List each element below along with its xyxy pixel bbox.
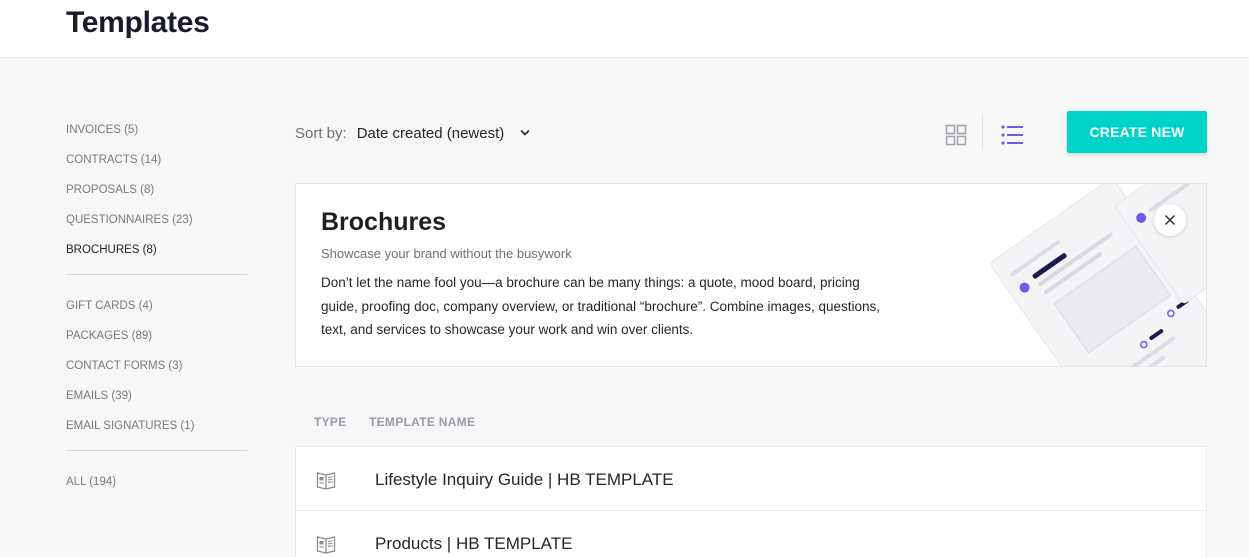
table-row[interactable]: Lifestyle Inquiry Guide | HB TEMPLATE: [295, 446, 1207, 510]
sidebar-item-questionnaires[interactable]: QUESTIONNAIRES (23): [66, 210, 247, 240]
template-name[interactable]: Lifestyle Inquiry Guide | HB TEMPLATE: [375, 470, 674, 490]
sidebar-divider: [66, 450, 247, 451]
sidebar-item-all[interactable]: ALL (194): [66, 472, 247, 502]
banner-description: Don’t let the name fool you—a brochure c…: [321, 275, 881, 337]
sidebar-item-contact-forms[interactable]: CONTACT FORMS (3): [66, 356, 247, 386]
sort-dropdown[interactable]: Sort by: Date created (newest): [295, 122, 530, 144]
sidebar-item-contracts[interactable]: CONTRACTS (14): [66, 150, 247, 180]
table-row[interactable]: Products | HB TEMPLATE: [295, 510, 1207, 557]
sidebar-divider: [66, 274, 247, 275]
sidebar-item-packages[interactable]: PACKAGES (89): [66, 326, 247, 356]
list-view-icon[interactable]: [1000, 124, 1024, 146]
banner-subtitle: Showcase your brand without the busywork: [321, 246, 572, 261]
sort-label: Sort by:: [295, 124, 347, 142]
column-header-template-name[interactable]: TEMPLATE NAME: [369, 415, 475, 429]
create-new-button[interactable]: CREATE NEW: [1067, 111, 1207, 153]
page-title: Templates: [66, 6, 210, 39]
brochures-info-banner: Brochures Showcase your brand without th…: [295, 183, 1207, 367]
template-name[interactable]: Products | HB TEMPLATE: [375, 534, 572, 554]
column-header-type[interactable]: TYPE: [314, 415, 347, 429]
chevron-down-icon[interactable]: [520, 128, 530, 138]
banner-title: Brochures: [321, 208, 447, 236]
template-list: Lifestyle Inquiry Guide | HB TEMPLATE Pr…: [295, 446, 1207, 557]
close-icon: [1164, 214, 1176, 226]
sort-value[interactable]: Date created (newest): [357, 125, 505, 142]
sidebar-item-invoices[interactable]: INVOICES (5): [66, 120, 247, 150]
close-banner-button[interactable]: [1154, 204, 1186, 236]
page-header: Templates: [0, 0, 1249, 58]
sidebar-item-emails[interactable]: EMAILS (39): [66, 386, 247, 416]
sidebar-item-gift-cards[interactable]: GIFT CARDS (4): [66, 296, 247, 326]
grid-view-icon[interactable]: [945, 124, 967, 146]
category-sidebar: INVOICES (5) CONTRACTS (14) PROPOSALS (8…: [66, 120, 247, 502]
sidebar-item-email-signatures[interactable]: EMAIL SIGNATURES (1): [66, 416, 247, 446]
brochure-icon: [316, 536, 336, 554]
sidebar-item-proposals[interactable]: PROPOSALS (8): [66, 180, 247, 210]
brochure-icon: [316, 472, 336, 490]
sidebar-item-brochures[interactable]: BROCHURES (8): [66, 240, 247, 270]
view-toggle-divider: [982, 115, 983, 149]
